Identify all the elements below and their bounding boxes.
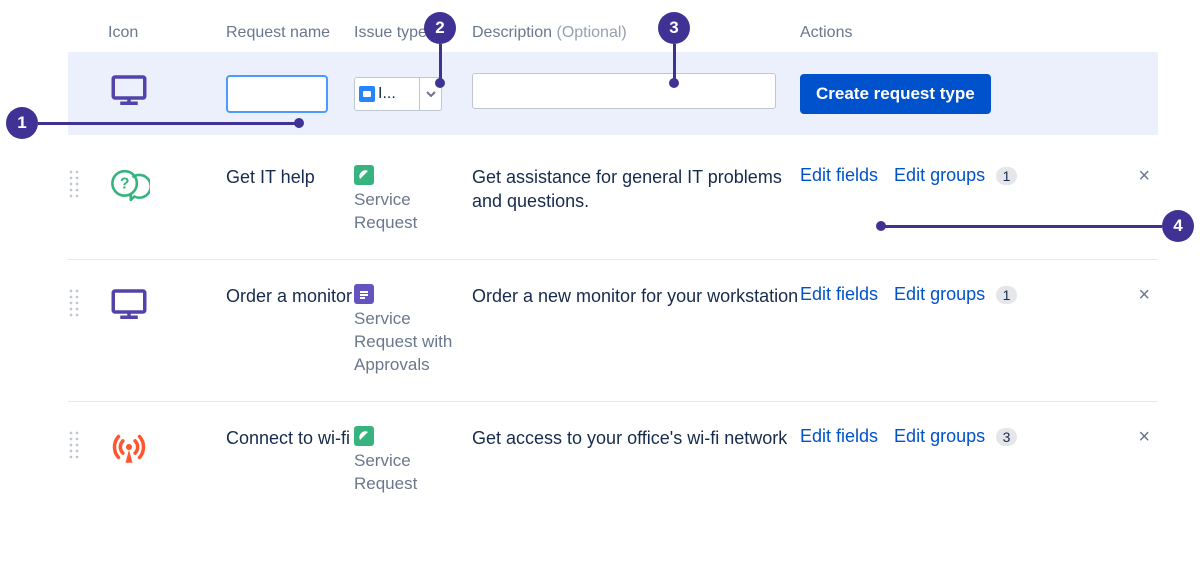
groups-count-badge: 3 [996, 428, 1018, 446]
description-input[interactable] [472, 73, 776, 109]
header-name: Request name [226, 24, 354, 42]
service-request-glyph-icon [354, 165, 374, 185]
delete-row-button[interactable]: × [1130, 284, 1158, 307]
svg-text:?: ? [120, 176, 130, 193]
groups-count-badge: 1 [996, 167, 1018, 185]
header-icon: Icon [108, 24, 226, 42]
table-row: Order a monitor Service Request with App… [68, 260, 1158, 402]
edit-groups-link[interactable]: Edit groups [894, 426, 985, 446]
issue-type-select[interactable]: I... [354, 77, 442, 111]
issue-type-label: Service Request [354, 189, 472, 235]
request-description: Get access to your office's wi-fi networ… [472, 426, 800, 450]
service-request-glyph-icon [354, 426, 374, 446]
delete-row-button[interactable]: × [1130, 165, 1158, 188]
groups-count-badge: 1 [996, 286, 1018, 304]
callout-badge-1: 1 [6, 107, 38, 139]
drag-handle[interactable] [68, 169, 80, 199]
edit-groups-link[interactable]: Edit groups [894, 284, 985, 304]
callout-connector-dot [876, 221, 886, 231]
callout-connector-dot [435, 78, 445, 88]
callout-connector [439, 44, 442, 80]
header-actions: Actions [800, 24, 1158, 42]
edit-fields-link[interactable]: Edit fields [800, 426, 878, 447]
callout-badge-2: 2 [424, 12, 456, 44]
edit-fields-link[interactable]: Edit fields [800, 284, 878, 305]
request-name: Get IT help [226, 165, 354, 189]
edit-groups-link[interactable]: Edit groups [894, 165, 985, 185]
request-name: Order a monitor [226, 284, 354, 308]
issue-type-label: Service Request [354, 450, 472, 496]
issue-type-label: Service Request with Approvals [354, 308, 472, 377]
callout-badge-3: 3 [658, 12, 690, 44]
create-request-type-button[interactable]: Create request type [800, 74, 991, 114]
request-name-input[interactable] [226, 75, 328, 113]
table-row: ? Get IT help Service Request Get assist… [68, 141, 1158, 260]
delete-row-button[interactable]: × [1130, 426, 1158, 449]
service-request-approvals-glyph-icon [354, 284, 374, 304]
request-name: Connect to wi-fi [226, 426, 354, 450]
issue-type-glyph-icon [359, 86, 375, 102]
monitor-icon [108, 284, 150, 326]
callout-connector [673, 44, 676, 80]
header-description: Description (Optional) [472, 24, 800, 42]
edit-fields-link[interactable]: Edit fields [800, 165, 878, 186]
request-description: Get assistance for general IT problems a… [472, 165, 800, 214]
table-row: Connect to wi-fi Service Request Get acc… [68, 402, 1158, 520]
request-types-table: Icon Request name Issue type Description… [68, 24, 1158, 520]
callout-connector-dot [294, 118, 304, 128]
callout-connector [882, 225, 1162, 228]
callout-connector-dot [669, 78, 679, 88]
callout-connector [38, 122, 296, 125]
drag-handle[interactable] [68, 430, 80, 460]
request-description: Order a new monitor for your workstation [472, 284, 800, 308]
monitor-icon[interactable] [108, 70, 150, 112]
drag-handle[interactable] [68, 288, 80, 318]
help-chat-icon: ? [108, 165, 150, 207]
issue-type-select-label: I... [378, 85, 396, 103]
callout-badge-4: 4 [1162, 210, 1194, 242]
table-header: Icon Request name Issue type Description… [68, 24, 1158, 52]
wifi-antenna-icon [108, 426, 150, 468]
